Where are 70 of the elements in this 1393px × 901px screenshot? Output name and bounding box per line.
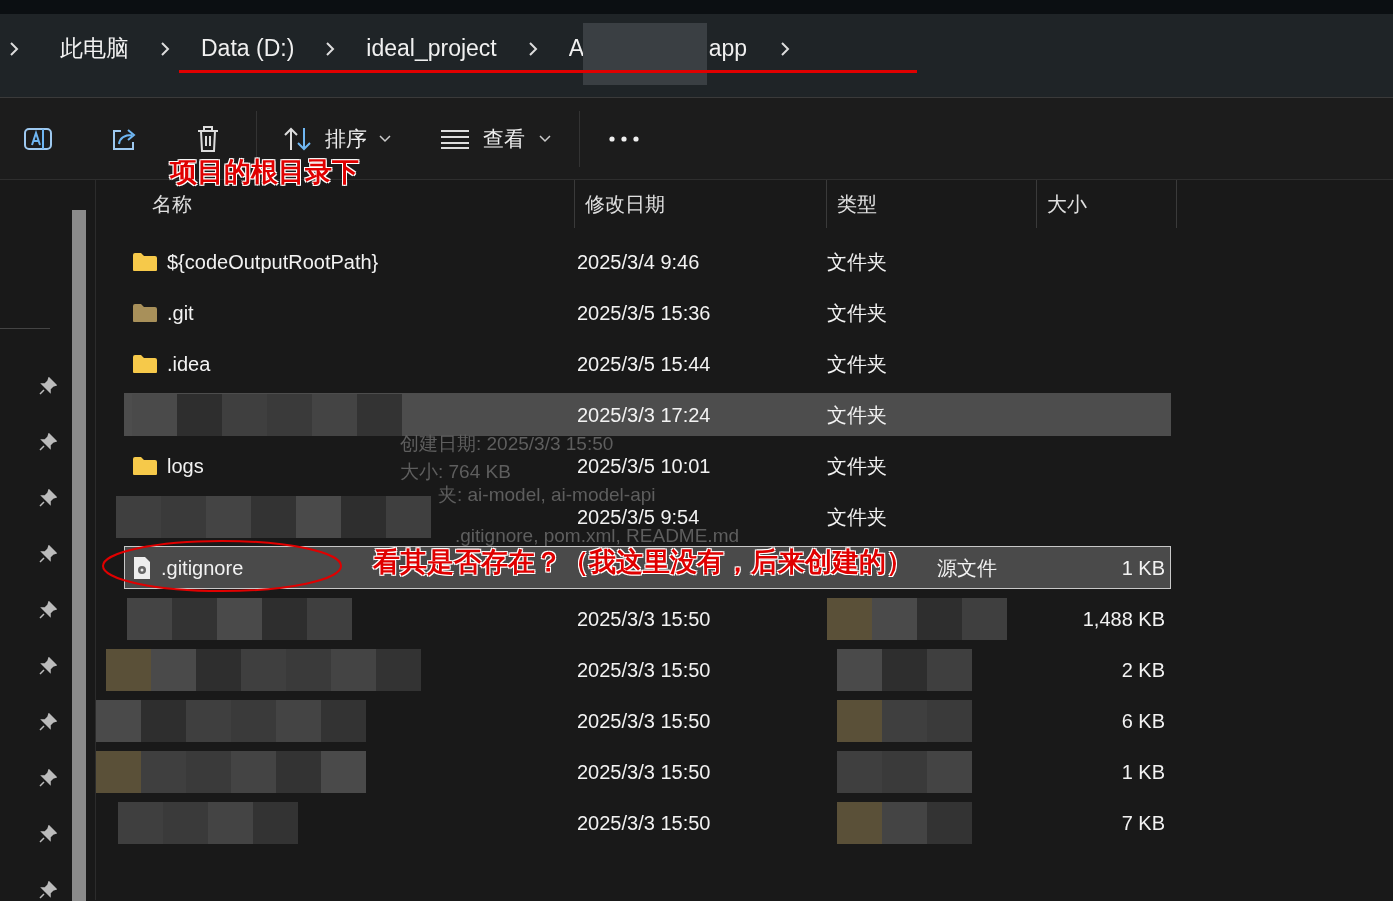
tooltip-line: 创建日期: 2025/3/3 15:50 (400, 434, 614, 453)
breadcrumb-item[interactable]: ideal_project (366, 31, 497, 66)
type-cell: 文件夹 (827, 251, 887, 272)
date-cell: 2025/3/3 17:24 (577, 403, 711, 426)
type-cell: 文件夹 (827, 404, 887, 425)
size-cell: 1 KB (1121, 556, 1165, 579)
chevron-icon (779, 40, 792, 57)
date-cell: 2025/3/5 9:54 (577, 505, 700, 528)
tooltip-line: 大小: 764 KB (400, 462, 511, 481)
file-name: .idea (167, 353, 211, 374)
pin-icon (39, 545, 57, 563)
trash-icon (195, 123, 221, 154)
date-cell: 2025/3/4 9:46 (577, 250, 700, 273)
size-cell: 1 KB (1121, 760, 1165, 783)
pin-icon (39, 377, 57, 395)
dropdown-caret-icon (379, 134, 391, 143)
date-cell: 2025/3/5 15:36 (577, 301, 711, 324)
tooltip-line: .gitignore, pom.xml, README.md (455, 526, 740, 545)
column-header[interactable]: 类型 (827, 180, 1037, 228)
breadcrumb-item[interactable]: 此电脑 (60, 31, 129, 66)
sort-icon (283, 125, 313, 152)
annotation-text: 看其是否存在？（我这里没有，后来创建的） (373, 548, 913, 576)
pin-icon (39, 489, 57, 507)
pin-icon (39, 881, 57, 899)
pin-icon (39, 601, 57, 619)
file-name: ${codeOutputRootPath} (167, 251, 379, 272)
size-cell: 6 KB (1121, 709, 1165, 732)
selected-row-highlight[interactable] (124, 546, 1171, 589)
type-cell: 文件夹 (827, 302, 887, 323)
pin-icon (39, 657, 57, 675)
pin-icon (39, 713, 57, 731)
date-cell: 2025/3/3 15:50 (577, 607, 711, 630)
file-name: .git (167, 302, 194, 323)
file-name: logs (167, 455, 204, 476)
breadcrumb-item[interactable]: app (708, 31, 748, 66)
date-cell: 2025/3/3 15:50 (577, 760, 711, 783)
column-header[interactable]: 大小 (1037, 180, 1177, 228)
chevron-icon (8, 40, 20, 57)
date-cell: 2025/3/3 15:50 (577, 811, 711, 834)
folder-icon (132, 455, 158, 476)
type-cell: 文件夹 (827, 506, 887, 527)
dropdown-caret-icon (539, 134, 551, 143)
chevron-icon (159, 40, 171, 57)
date-cell: 2025/3/5 10:01 (577, 454, 711, 477)
pin-icon (39, 433, 57, 451)
size-cell: 7 KB (1121, 811, 1165, 834)
chevron-icon (526, 40, 539, 57)
view-button[interactable]: 查看 (441, 122, 551, 155)
list-view-icon (441, 128, 469, 149)
sort-button[interactable]: 排序 (283, 122, 391, 155)
size-cell: 1,488 KB (1082, 607, 1165, 630)
folder-icon (132, 353, 158, 374)
date-cell: 2025/3/3 15:50 (577, 709, 711, 732)
breadcrumb-item[interactable]: Data (D:) (201, 31, 295, 66)
file-name: .gitignore (161, 557, 244, 578)
scrollbar[interactable] (72, 210, 86, 901)
pin-icon (39, 769, 57, 787)
size-cell: 2 KB (1121, 658, 1165, 681)
column-header[interactable]: 修改日期 (575, 180, 827, 228)
type-cell: 源文件 (937, 557, 997, 578)
tooltip-line: 夹: ai-model, ai-model-api (438, 485, 656, 504)
chevron-icon (324, 40, 337, 57)
pin-icon (39, 825, 57, 843)
type-cell: 文件夹 (827, 353, 887, 374)
date-cell: 2025/3/5 15:44 (577, 352, 711, 375)
more-icon (609, 135, 639, 142)
folder-icon (132, 302, 158, 323)
type-cell: 文件夹 (827, 455, 887, 476)
date-cell: 2025/3/3 15:50 (577, 658, 711, 681)
folder-icon (132, 251, 158, 272)
